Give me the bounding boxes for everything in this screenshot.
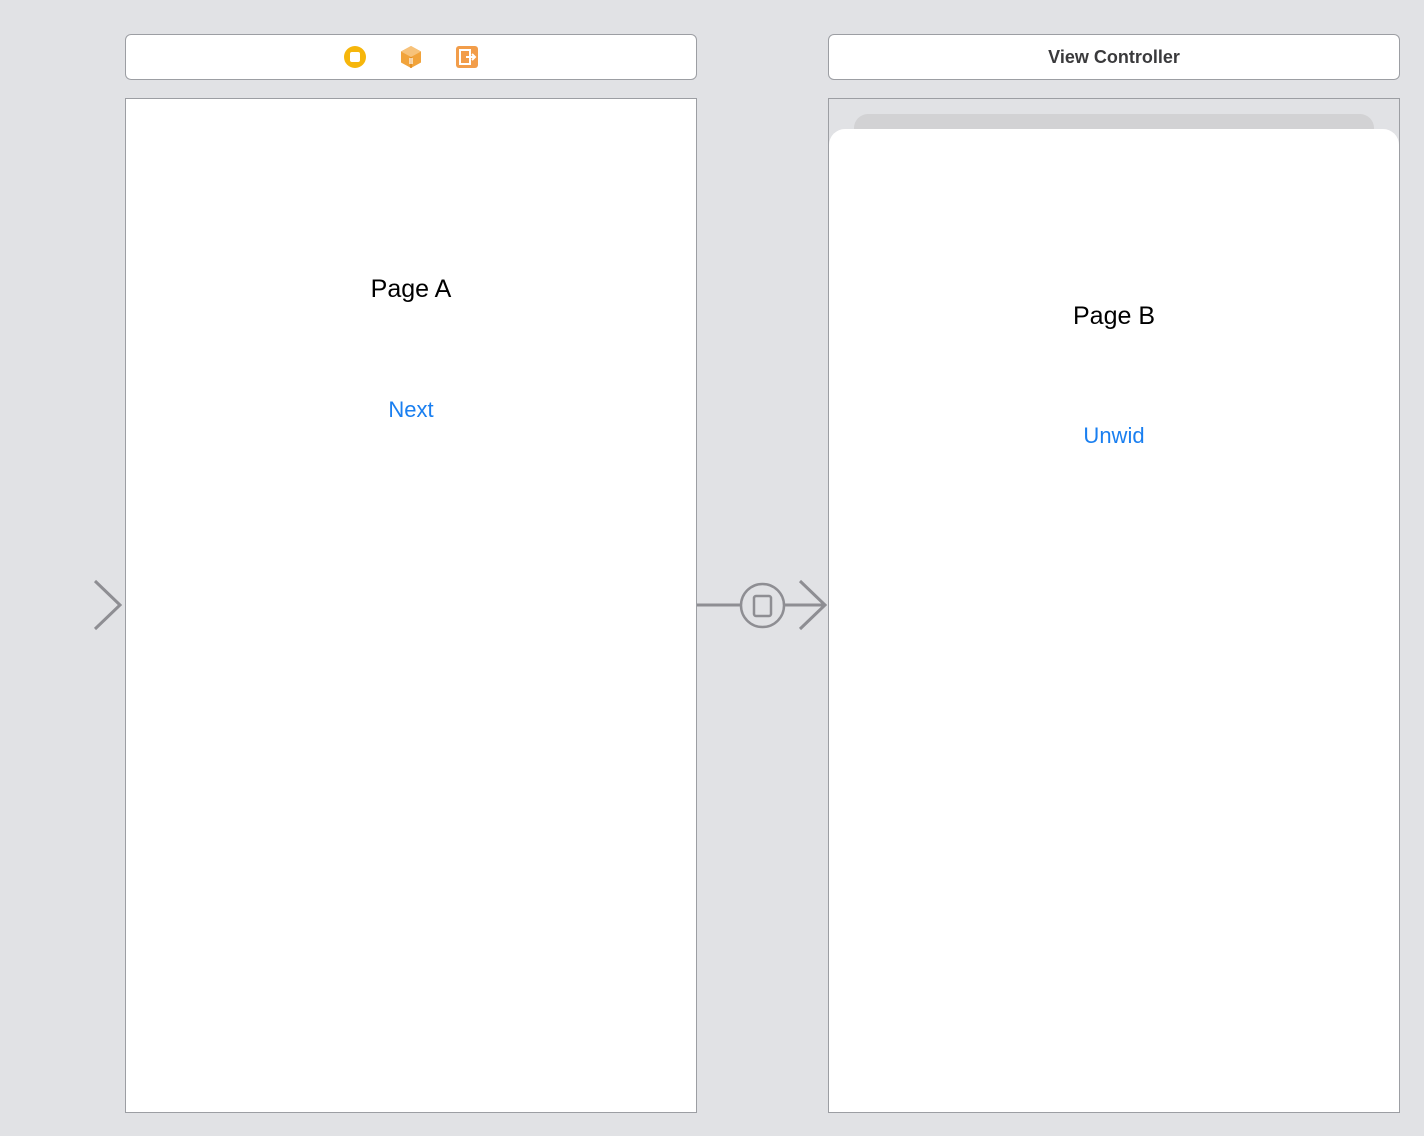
first-responder-icon[interactable]: [398, 44, 424, 70]
entry-point-arrow-icon[interactable]: [0, 579, 123, 631]
segue-arrow[interactable]: [697, 579, 828, 631]
scene-title: View Controller: [1048, 46, 1180, 67]
page-b-view: Page B Unwid: [828, 98, 1400, 1113]
present-modally-segue-icon[interactable]: [739, 582, 786, 629]
scene-dock-page-a[interactable]: [125, 34, 697, 80]
page-a-title-label: Page A: [370, 275, 452, 303]
page-b-title-label: Page B: [1072, 302, 1155, 330]
unwind-button[interactable]: Unwid: [1083, 423, 1144, 449]
exit-icon[interactable]: [454, 44, 480, 70]
page-a-view: Page A Next: [125, 98, 697, 1113]
view-controller-icon[interactable]: [342, 44, 368, 70]
modal-sheet: Page B Unwid: [829, 129, 1399, 1112]
scene-dock-page-b[interactable]: View Controller: [828, 34, 1400, 80]
next-button[interactable]: Next: [388, 397, 433, 423]
